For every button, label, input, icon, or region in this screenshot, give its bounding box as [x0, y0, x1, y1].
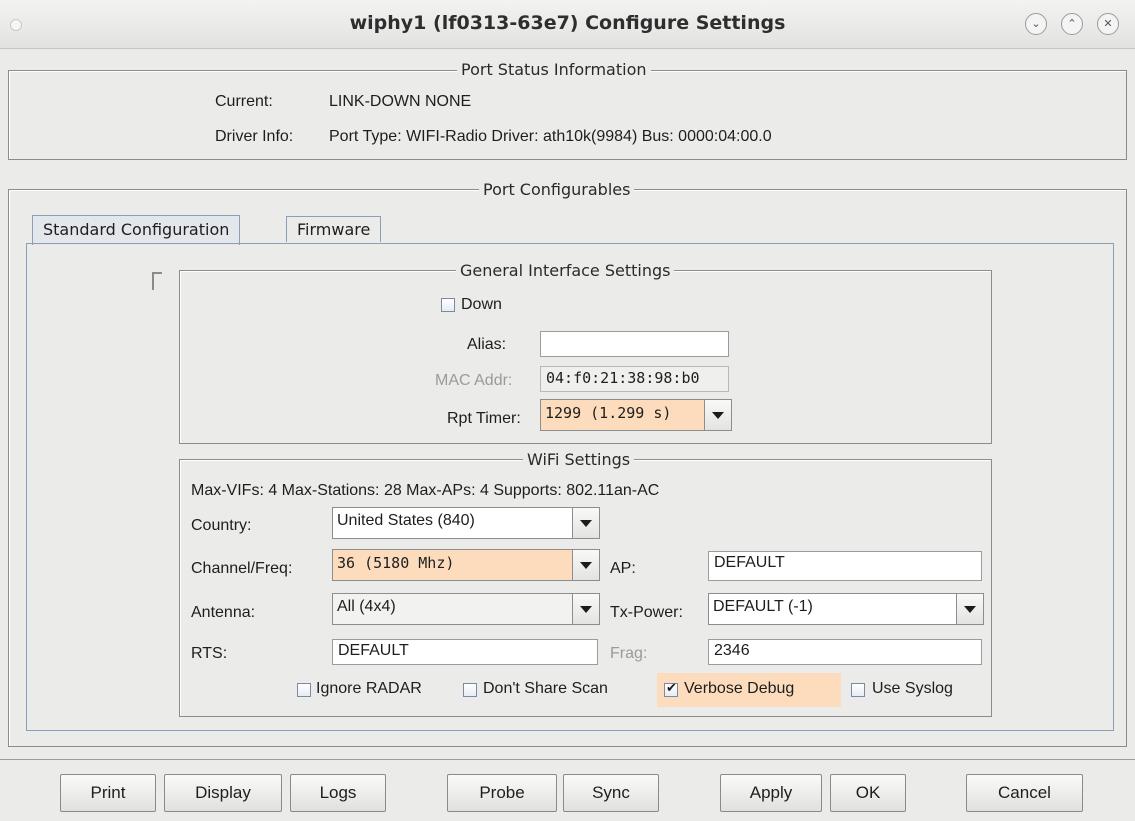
- chevron-down-icon[interactable]: [572, 508, 599, 538]
- country-value: United States (840): [337, 512, 475, 529]
- sync-button[interactable]: Sync: [563, 774, 659, 812]
- country-label: Country:: [191, 517, 252, 534]
- rts-label: RTS:: [191, 645, 228, 662]
- collapse-icon[interactable]: [152, 272, 162, 290]
- tx-power-label: Tx-Power:: [610, 604, 683, 621]
- logs-button[interactable]: Logs: [290, 774, 386, 812]
- tab-standard-configuration[interactable]: Standard Configuration: [32, 215, 241, 245]
- chevron-down-icon[interactable]: [704, 400, 731, 430]
- mac-addr-field: 04:f0:21:38:98:b0: [540, 366, 729, 392]
- driver-info-value: Port Type: WIFI-Radio Driver: ath10k(998…: [329, 128, 772, 145]
- port-status-legend: Port Status Information: [457, 60, 651, 79]
- rpt-timer-select[interactable]: 1299 (1.299 s): [540, 399, 732, 431]
- rpt-timer-label: Rpt Timer:: [447, 410, 521, 427]
- tx-power-value: DEFAULT (-1): [713, 598, 813, 615]
- title-bar: wiphy1 (lf0313-63e7) Configure Settings …: [0, 0, 1135, 49]
- wifi-settings-legend: WiFi Settings: [523, 450, 635, 469]
- display-button[interactable]: Display: [164, 774, 282, 812]
- rts-input[interactable]: DEFAULT: [332, 639, 598, 665]
- tab-firmware[interactable]: Firmware: [286, 216, 382, 242]
- mac-addr-label: MAC Addr:: [435, 372, 513, 389]
- current-label: Current:: [215, 93, 273, 110]
- ap-input[interactable]: DEFAULT: [708, 551, 982, 581]
- window-title: wiphy1 (lf0313-63e7) Configure Settings: [349, 12, 786, 34]
- minimize-icon[interactable]: ⌄: [1025, 13, 1047, 35]
- ignore-radar-checkbox[interactable]: [297, 683, 311, 697]
- general-settings-legend: General Interface Settings: [456, 261, 675, 280]
- chevron-down-icon[interactable]: [572, 594, 599, 624]
- probe-button[interactable]: Probe: [447, 774, 557, 812]
- button-bar-divider: [0, 759, 1135, 760]
- channel-label: Channel/Freq:: [191, 560, 293, 577]
- down-label: Down: [461, 296, 502, 313]
- frag-input[interactable]: 2346: [708, 639, 982, 665]
- use-syslog-label: Use Syslog: [872, 680, 953, 697]
- channel-value: 36 (5180 Mhz): [337, 554, 455, 572]
- dont-share-scan-label: Don't Share Scan: [483, 680, 608, 697]
- chevron-down-icon[interactable]: [956, 594, 983, 624]
- alias-label: Alias:: [467, 336, 507, 353]
- antenna-select[interactable]: All (4x4): [332, 593, 600, 625]
- channel-select[interactable]: 36 (5180 Mhz): [332, 549, 600, 581]
- port-configurables-legend: Port Configurables: [479, 180, 635, 199]
- alias-input[interactable]: [540, 331, 729, 357]
- wifi-capabilities: Max-VIFs: 4 Max-Stations: 28 Max-APs: 4 …: [191, 482, 660, 499]
- dont-share-scan-checkbox[interactable]: [463, 683, 477, 697]
- antenna-value: All (4x4): [337, 598, 396, 615]
- verbose-debug-checkbox[interactable]: [664, 681, 678, 697]
- tx-power-select[interactable]: DEFAULT (-1): [708, 593, 984, 625]
- cancel-button[interactable]: Cancel: [966, 774, 1083, 812]
- use-syslog-checkbox[interactable]: [851, 683, 865, 697]
- chevron-down-icon[interactable]: [572, 550, 599, 580]
- ap-label: AP:: [610, 560, 636, 577]
- port-status-panel: [8, 70, 1127, 160]
- verbose-debug-label: Verbose Debug: [684, 680, 795, 697]
- close-icon[interactable]: ✕: [1097, 13, 1119, 35]
- country-select[interactable]: United States (840): [332, 507, 600, 539]
- antenna-label: Antenna:: [191, 604, 256, 621]
- down-checkbox[interactable]: [441, 298, 455, 312]
- ok-button[interactable]: OK: [830, 774, 906, 812]
- rpt-timer-value: 1299 (1.299 s): [545, 404, 672, 422]
- maximize-icon[interactable]: ⌃: [1061, 13, 1083, 35]
- ignore-radar-label: Ignore RADAR: [316, 680, 422, 697]
- apply-button[interactable]: Apply: [720, 774, 822, 812]
- frag-label: Frag:: [610, 645, 648, 662]
- current-value: LINK-DOWN NONE: [329, 93, 472, 110]
- print-button[interactable]: Print: [60, 774, 156, 812]
- driver-info-label: Driver Info:: [215, 128, 294, 145]
